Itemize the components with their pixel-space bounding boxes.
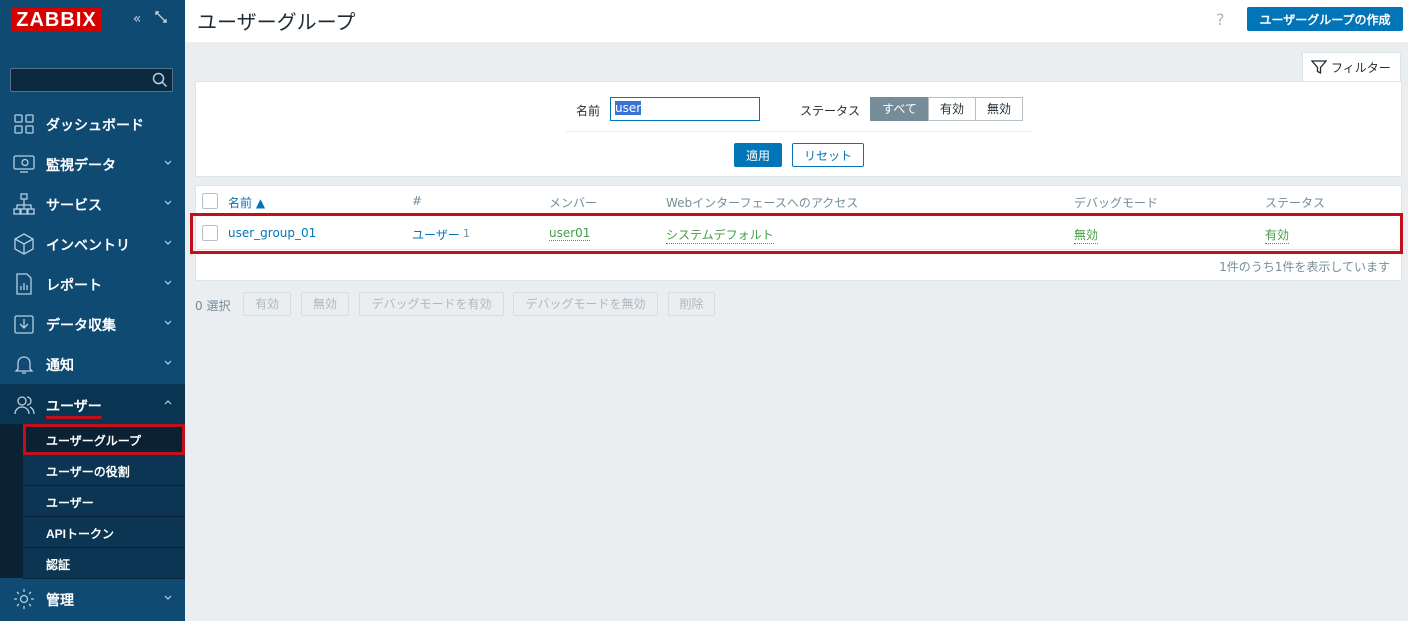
nav-data-collection[interactable]: データ収集 [0, 303, 185, 343]
column-header-count: # [412, 194, 423, 208]
zabbix-logo[interactable]: ZABBIX [11, 8, 102, 32]
nav-label: レポート [46, 277, 102, 293]
apply-button[interactable]: 適用 [734, 143, 782, 167]
dashboard-icon [14, 114, 34, 134]
submenu-user-roles[interactable]: ユーザーの役割 [23, 455, 185, 486]
reports-icon [16, 273, 32, 295]
page-header: ユーザーグループ ? ユーザーグループの作成 [185, 0, 1408, 42]
sidebar: ZABBIX « ダッシュボード 監視データ サービス インベントリ レポート … [0, 0, 185, 621]
data-collection-icon [14, 315, 34, 334]
chevron-down-icon [164, 200, 172, 205]
search-icon[interactable] [152, 72, 168, 88]
highlight-box [23, 424, 185, 455]
submenu-label: ユーザー [46, 496, 94, 510]
nav-inventory[interactable]: インベントリ [0, 223, 185, 263]
filter-panel: 名前 user ステータス すべて 有効 無効 適用 リセット [195, 81, 1402, 177]
gear-icon [14, 589, 34, 609]
nav-label: 監視データ [46, 157, 116, 173]
filter-icon [1311, 60, 1327, 75]
name-filter-label: 名前 [576, 104, 601, 118]
inventory-icon [14, 233, 34, 255]
nav-label: 管理 [46, 592, 74, 608]
status-option-disabled[interactable]: 無効 [975, 97, 1023, 121]
status-option-all[interactable]: すべて [870, 97, 929, 121]
chevron-down-icon [164, 240, 172, 245]
nav-label: 通知 [46, 357, 74, 373]
chevron-up-icon [164, 400, 172, 405]
nav-monitoring[interactable]: 監視データ [0, 143, 185, 183]
column-header-name[interactable]: 名前 ▲ [228, 194, 265, 211]
filter-tab-label: フィルター [1331, 61, 1391, 75]
kiosk-mode-icon[interactable] [152, 10, 170, 28]
nav-services[interactable]: サービス [0, 183, 185, 223]
chevron-down-icon [164, 320, 172, 325]
status-filter-label: ステータス [800, 104, 861, 118]
nav-label: ダッシュボード [46, 117, 144, 133]
bell-icon [14, 356, 34, 374]
enable-button[interactable]: 有効 [243, 292, 291, 316]
nav-label: データ収集 [46, 317, 116, 333]
filter-divider [566, 131, 1032, 132]
highlight-box [190, 213, 1403, 254]
submenu-users[interactable]: ユーザー [23, 486, 185, 517]
sidebar-search-input[interactable] [10, 68, 173, 92]
nav-administration[interactable]: 管理 [0, 578, 185, 618]
name-filter-input[interactable]: user [610, 97, 760, 121]
reset-button[interactable]: リセット [792, 143, 864, 167]
chevron-down-icon [164, 595, 172, 600]
name-filter-value: user [615, 101, 642, 115]
users-icon [14, 396, 35, 415]
enable-debug-button[interactable]: デバッグモードを有効 [359, 292, 504, 316]
nav-users[interactable]: ユーザー [0, 384, 185, 424]
nav-reports[interactable]: レポート [0, 263, 185, 303]
status-option-enabled[interactable]: 有効 [928, 97, 976, 121]
column-header-status: ステータス [1265, 196, 1326, 210]
delete-button[interactable]: 削除 [668, 292, 715, 316]
chevron-down-icon [164, 280, 172, 285]
column-header-web-access: Webインターフェースへのアクセス [666, 196, 859, 210]
disable-button[interactable]: 無効 [301, 292, 349, 316]
nav-label: インベントリ [46, 237, 130, 253]
collapse-sidebar-icon[interactable]: « [128, 10, 146, 28]
column-header-members: メンバー [549, 196, 598, 210]
create-user-group-button[interactable]: ユーザーグループの作成 [1247, 7, 1403, 31]
submenu-label: APIトークン [46, 527, 115, 541]
submenu-authentication[interactable]: 認証 [23, 548, 185, 579]
nav-label: ユーザー [46, 398, 102, 414]
column-header-debug: デバッグモード [1074, 196, 1159, 210]
nav-label: サービス [46, 197, 102, 213]
filter-tab[interactable]: フィルター [1302, 52, 1401, 82]
nav-dashboard[interactable]: ダッシュボード [0, 103, 185, 143]
chevron-down-icon [164, 160, 172, 165]
select-all-checkbox[interactable] [202, 193, 218, 209]
submenu-label: ユーザーの役割 [46, 465, 130, 479]
pagination-summary: 1件のうち1件を表示しています [1219, 260, 1390, 274]
help-icon[interactable]: ? [1216, 10, 1225, 29]
page-title: ユーザーグループ [197, 12, 356, 34]
selected-count: 0 選択 [195, 299, 231, 313]
monitoring-icon [13, 155, 35, 173]
submenu-api-tokens[interactable]: APIトークン [23, 517, 185, 548]
submenu-label: 認証 [46, 558, 71, 572]
chevron-down-icon [164, 360, 172, 365]
services-icon [13, 193, 35, 215]
disable-debug-button[interactable]: デバッグモードを無効 [513, 292, 658, 316]
nav-alerts[interactable]: 通知 [0, 343, 185, 383]
